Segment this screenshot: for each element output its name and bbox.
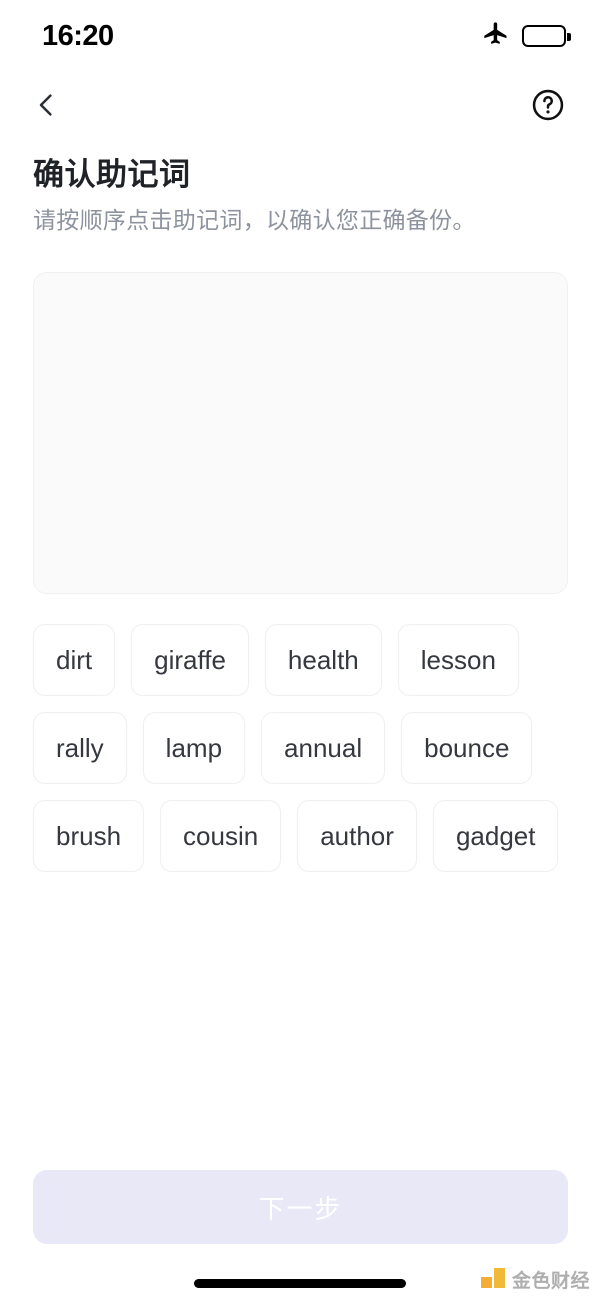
word-chip[interactable]: cousin — [160, 800, 282, 872]
back-button[interactable] — [22, 83, 70, 131]
page-subtitle: 请按顺序点击助记词，以确认您正确备份。 — [33, 207, 476, 234]
word-chip[interactable]: giraffe — [131, 624, 249, 696]
word-chip[interactable]: rally — [33, 712, 127, 784]
word-chip[interactable]: annual — [261, 712, 386, 784]
home-indicator[interactable] — [194, 1279, 406, 1288]
status-bar-time: 16:20 — [42, 19, 114, 52]
airplane-mode-icon — [482, 20, 510, 53]
word-chip[interactable]: gadget — [432, 800, 559, 872]
watermark-text: 金色财经 — [511, 1271, 590, 1292]
question-mark-circle-icon — [530, 87, 566, 128]
word-chip[interactable]: lesson — [397, 624, 519, 696]
chevron-left-icon — [31, 90, 61, 125]
word-chip[interactable]: health — [264, 624, 382, 696]
help-button[interactable] — [524, 83, 572, 131]
word-chip[interactable]: author — [297, 800, 417, 872]
navigation-bar — [0, 78, 600, 136]
logo-square-right — [493, 1267, 505, 1288]
next-button[interactable]: 下一步 — [33, 1170, 568, 1244]
page-title: 确认助记词 — [33, 157, 191, 192]
word-chip[interactable]: dirt — [33, 624, 116, 696]
selected-words-dropzone[interactable] — [33, 272, 568, 594]
word-chip[interactable]: lamp — [142, 712, 246, 784]
battery-icon — [522, 25, 571, 47]
status-bar: 16:20 — [0, 0, 600, 72]
logo-square-left — [480, 1276, 492, 1288]
watermark: 金色财经 — [480, 1266, 590, 1293]
word-chip[interactable]: bounce — [401, 712, 533, 784]
word-chip[interactable]: brush — [33, 800, 145, 872]
word-pool: dirt giraffe health lesson rally lamp annual bo… — [33, 624, 573, 872]
phone-screen: 16:20 确认助记词 请按顺序点击助记词，以确认您正确备份。 dirt gir… — [0, 0, 600, 1299]
jinse-logo-icon — [480, 1267, 505, 1292]
header-block: 确认助记词 请按顺序点击助记词，以确认您正确备份。 — [33, 156, 573, 236]
status-bar-indicators — [482, 20, 571, 53]
